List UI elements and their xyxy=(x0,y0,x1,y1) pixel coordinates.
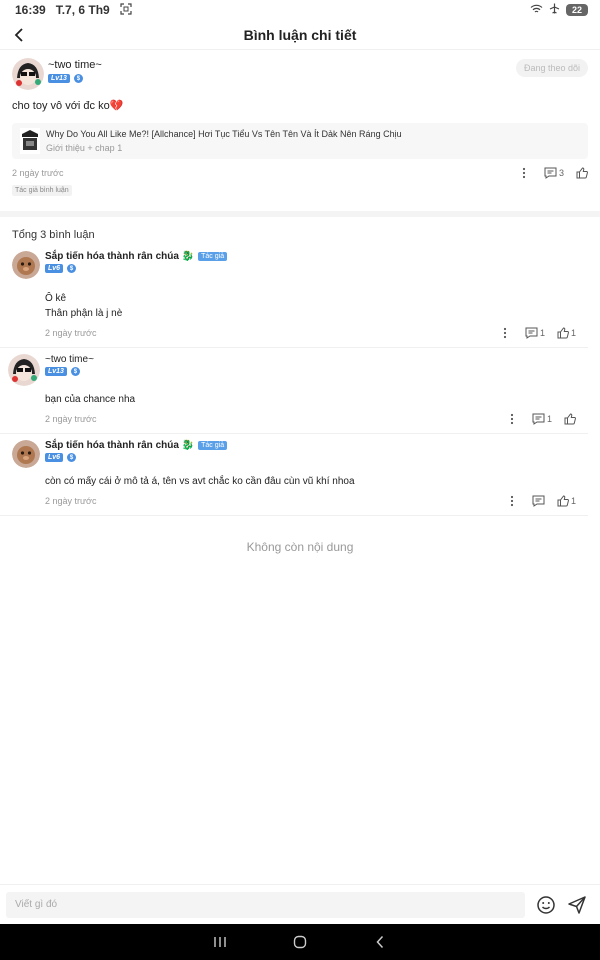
comment-icon xyxy=(532,495,545,507)
avatar[interactable] xyxy=(12,58,44,90)
comment-icon xyxy=(544,167,557,179)
reply-text-line: Ô kê xyxy=(45,293,67,304)
avatar[interactable] xyxy=(8,354,40,386)
comment-icon xyxy=(525,327,538,339)
home-button[interactable] xyxy=(291,933,309,951)
reply-button[interactable]: 3 xyxy=(544,167,564,179)
comment-input[interactable] xyxy=(6,891,525,918)
screenshot-icon xyxy=(120,2,132,18)
recent-apps-button[interactable] xyxy=(211,933,229,951)
system-nav-bar xyxy=(0,924,600,960)
level-badge: Lv6 xyxy=(45,264,64,273)
reply-time: 2 ngày trước xyxy=(45,328,97,338)
thumbs-up-icon xyxy=(557,495,569,507)
like-count: 1 xyxy=(570,328,576,338)
reply-text-line: Thân phận là j nè xyxy=(45,308,123,319)
send-icon xyxy=(568,895,586,914)
like-button[interactable]: 1 xyxy=(557,327,576,339)
level-badge: Lv13 xyxy=(48,74,70,83)
reply-time: 2 ngày trước xyxy=(45,496,97,506)
reply-button[interactable]: 1 xyxy=(532,413,552,425)
system-back-button[interactable] xyxy=(371,933,389,951)
comment-icon xyxy=(532,413,545,425)
back-button[interactable] xyxy=(8,24,30,46)
more-button[interactable] xyxy=(522,167,526,179)
username[interactable]: Sắp tiến hóa thành rân chúa 🐉 xyxy=(45,440,194,451)
more-vertical-icon xyxy=(522,167,526,179)
comment-input-bar xyxy=(0,884,600,924)
work-subtitle: Giới thiệu + chap 1 xyxy=(46,143,123,153)
avatar[interactable] xyxy=(12,251,40,279)
page-title: Bình luận chi tiết xyxy=(243,26,357,43)
header: Bình luận chi tiết xyxy=(0,20,600,50)
more-button[interactable] xyxy=(510,413,514,425)
more-vertical-icon xyxy=(510,495,514,507)
like-button[interactable] xyxy=(576,167,588,179)
like-button[interactable]: 1 xyxy=(557,495,576,507)
follow-button[interactable]: Đang theo dõi xyxy=(515,59,588,77)
reply-button[interactable] xyxy=(532,495,545,507)
reply-text-line: bạn của chance nha xyxy=(45,394,136,405)
work-title: Why Do You All Like Me?! [Allchance] Hơi… xyxy=(46,129,402,139)
author-comment-tag: Tác giả bình luận xyxy=(12,185,72,196)
wifi-icon xyxy=(530,3,543,17)
like-button[interactable] xyxy=(564,413,576,425)
battery-icon: 22 xyxy=(566,4,588,16)
level-badge: Lv6 xyxy=(45,453,64,462)
author-badge: Tác giả xyxy=(198,252,228,261)
reply-count: 3 xyxy=(558,168,564,178)
verified-icon: $ xyxy=(73,74,83,83)
more-button[interactable] xyxy=(510,495,514,507)
reply-text-line: còn có mấy cái ở mô tả á, tên vs avt chắ… xyxy=(45,476,355,487)
status-bar: 16:39 T.7, 6 Th9 22 xyxy=(0,0,600,20)
smiley-icon xyxy=(537,895,555,914)
like-count: 1 xyxy=(570,496,576,506)
work-card[interactable]: Why Do You All Like Me?! [Allchance] Hơi… xyxy=(12,123,588,159)
verified-icon: $ xyxy=(67,453,77,462)
end-of-list-text: Không còn nội dung xyxy=(246,540,354,554)
username[interactable]: ~two time~ xyxy=(48,58,102,72)
total-comments: Tổng 3 bình luận xyxy=(12,229,95,241)
username[interactable]: ~two time~ xyxy=(45,354,94,365)
more-vertical-icon xyxy=(503,327,507,339)
comment-text: cho toy vô với đc ko💔 xyxy=(12,100,124,112)
reply-count: 1 xyxy=(546,414,552,424)
thumbs-up-icon xyxy=(576,167,588,179)
home-icon xyxy=(293,935,307,949)
reply-item: ~two time~ Lv13 $ bạn của chance nha 2 n… xyxy=(0,348,588,434)
airplane-icon xyxy=(549,3,560,17)
username[interactable]: Sắp tiến hóa thành rân chúa 🐉 xyxy=(45,251,194,262)
emoji-button[interactable] xyxy=(536,895,556,915)
chevron-left-icon xyxy=(376,935,384,949)
main-comment: ~two time~ Lv13 $ Đang theo dõi cho toy … xyxy=(0,50,600,205)
reply-time: 2 ngày trước xyxy=(45,414,97,424)
reply-item: Sắp tiến hóa thành rân chúa 🐉 Tác giả Lv… xyxy=(0,245,588,348)
status-date: T.7, 6 Th9 xyxy=(55,3,110,17)
reply-count: 1 xyxy=(539,328,545,338)
book-cover-icon xyxy=(20,128,40,154)
more-vertical-icon xyxy=(510,413,514,425)
thumbs-up-icon xyxy=(557,327,569,339)
avatar[interactable] xyxy=(12,440,40,468)
level-badge: Lv13 xyxy=(45,367,67,376)
status-time: 16:39 xyxy=(15,3,46,17)
verified-icon: $ xyxy=(70,367,80,376)
reply-item: Sắp tiến hóa thành rân chúa 🐉 Tác giả Lv… xyxy=(0,434,588,516)
comment-time: 2 ngày trước xyxy=(12,168,64,178)
reply-button[interactable]: 1 xyxy=(525,327,545,339)
verified-icon: $ xyxy=(67,264,77,273)
thumbs-up-icon xyxy=(564,413,576,425)
send-button[interactable] xyxy=(567,895,587,915)
chevron-left-icon xyxy=(14,28,23,42)
author-badge: Tác giả xyxy=(198,441,228,450)
more-button[interactable] xyxy=(503,327,507,339)
recent-apps-icon xyxy=(214,937,226,947)
